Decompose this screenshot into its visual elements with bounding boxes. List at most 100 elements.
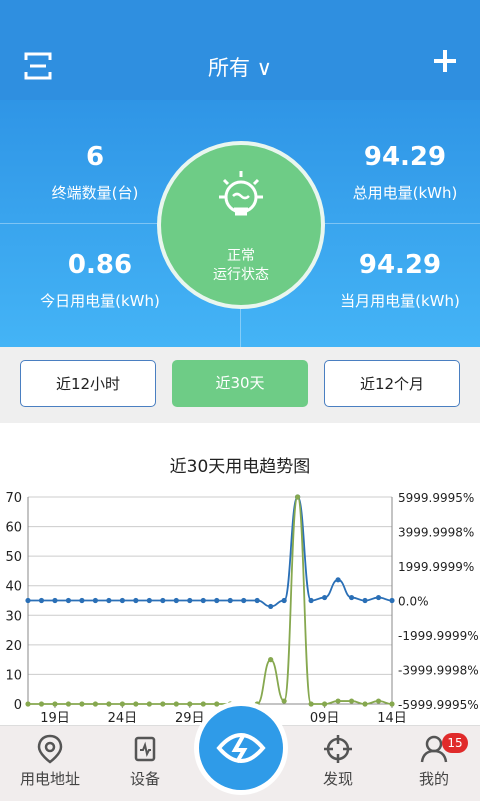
x-tick-label: 09日 <box>310 711 340 725</box>
data-point <box>79 701 85 707</box>
center-action-button[interactable] <box>199 706 283 790</box>
data-point <box>160 597 166 604</box>
data-point <box>38 597 45 604</box>
data-point <box>187 597 193 604</box>
data-point <box>146 597 152 604</box>
filter-dropdown[interactable]: 所有 ∨ <box>0 52 480 82</box>
data-point <box>227 597 233 604</box>
nav-discover-label: 发现 <box>322 770 353 788</box>
status-circle[interactable]: 正常 运行状态 <box>161 145 321 305</box>
data-point <box>133 701 139 707</box>
y-left-tick-label: 70 <box>5 491 22 506</box>
data-point <box>389 597 395 604</box>
data-point <box>281 597 287 604</box>
data-point <box>321 594 328 601</box>
status-label: 运行状态 <box>213 267 269 283</box>
eye-bolt-icon <box>216 733 266 764</box>
add-icon[interactable] <box>432 48 458 74</box>
data-point <box>119 597 125 604</box>
data-point <box>362 597 368 604</box>
nav-discover[interactable]: 发现 <box>298 734 378 789</box>
y-right-tick-label: 1999.9999% <box>398 560 474 574</box>
device-icon <box>134 736 156 762</box>
data-point <box>52 701 58 707</box>
y-left-tick-label: 30 <box>5 609 22 624</box>
chart-title: 近30天用电趋势图 <box>169 457 311 477</box>
nav-device[interactable]: 设备 <box>105 734 185 789</box>
terminal-count-value: 6 <box>85 142 105 172</box>
data-point <box>335 698 341 704</box>
data-point <box>348 594 355 601</box>
data-point <box>321 701 328 707</box>
data-point <box>65 701 72 707</box>
data-point <box>375 594 382 601</box>
data-point <box>25 701 31 707</box>
data-point <box>187 701 193 707</box>
x-tick-label: 14日 <box>377 711 407 725</box>
tab-30-days[interactable]: 近30天 <box>172 360 308 407</box>
y-right-tick-label: -1999.9999% <box>398 629 479 643</box>
data-point <box>38 701 45 707</box>
data-point <box>92 701 99 707</box>
y-right-tick-label: 5999.9995% <box>398 491 474 505</box>
status-text: 正常 <box>227 248 255 264</box>
data-point <box>79 597 85 604</box>
y-left-tick-label: 10 <box>5 668 22 683</box>
data-point <box>25 597 31 604</box>
trend-chart: 0 10 20 30 40 50 60 70 5999.9995% 3999.9998% 1999.… <box>5 491 479 725</box>
data-point <box>389 701 395 707</box>
nav-device-label: 设备 <box>129 770 160 788</box>
stats-panel: 6 终端数量(台) 94.29 总用电量(kWh) 0.86 今日用电量(kWh… <box>0 100 480 347</box>
x-tick-label: 19日 <box>40 711 70 725</box>
total-energy-label: 总用电量(kWh) <box>352 184 458 202</box>
range-tabs: 近12小时 近30天 近12个月 <box>0 347 480 423</box>
total-energy-stat: 94.29 总用电量(kWh) <box>305 142 480 203</box>
y-left-tick-label: 50 <box>5 550 22 565</box>
tab-12-hours[interactable]: 近12小时 <box>20 360 156 407</box>
data-point <box>200 597 206 604</box>
y-right-tick-label: -5999.9995% <box>398 698 479 712</box>
tab-12-months[interactable]: 近12个月 <box>324 360 460 407</box>
data-point <box>173 597 179 604</box>
data-point <box>335 577 341 583</box>
x-tick-label: 24日 <box>108 711 138 725</box>
data-point <box>133 597 139 604</box>
notification-badge: 15 <box>442 733 468 753</box>
data-point <box>308 597 314 604</box>
data-point <box>268 603 274 610</box>
y-right-tick-label: -3999.9998% <box>398 664 479 678</box>
y-left-tick-label: 60 <box>5 521 22 536</box>
month-energy-value: 94.29 <box>358 250 442 280</box>
nav-address-label: 用电地址 <box>19 770 80 788</box>
series-line <box>28 496 393 608</box>
month-energy-stat: 94.29 当月用电量(kWh) <box>300 250 480 311</box>
data-point <box>362 701 368 707</box>
data-point <box>254 597 260 604</box>
data-point <box>241 597 247 604</box>
lightbulb-icon <box>219 171 263 216</box>
data-point <box>146 701 152 707</box>
month-energy-label: 当月用电量(kWh) <box>340 292 460 310</box>
today-energy-label: 今日用电量(kWh) <box>40 292 160 310</box>
y-left-tick-label: 20 <box>5 639 22 654</box>
y-right-tick-label: 0.0% <box>398 595 429 609</box>
total-energy-value: 94.29 <box>363 142 447 172</box>
nav-mine-label: 我的 <box>418 770 449 788</box>
data-point <box>119 701 125 707</box>
data-point <box>214 597 220 604</box>
data-point <box>52 597 58 604</box>
crosshair-icon <box>324 735 352 763</box>
app-header: 所有 ∨ <box>0 0 480 100</box>
y-left-tick-label: 40 <box>5 580 22 595</box>
data-point <box>281 698 287 704</box>
data-point <box>65 597 72 604</box>
data-point <box>295 494 301 500</box>
data-point <box>268 657 274 663</box>
location-pin-icon <box>37 734 63 764</box>
data-point <box>173 701 179 707</box>
data-point <box>308 701 314 707</box>
data-point <box>348 698 355 704</box>
terminal-count-stat: 6 终端数量(台) <box>0 142 195 203</box>
data-point <box>375 698 382 704</box>
nav-address[interactable]: 用电地址 <box>10 734 90 789</box>
